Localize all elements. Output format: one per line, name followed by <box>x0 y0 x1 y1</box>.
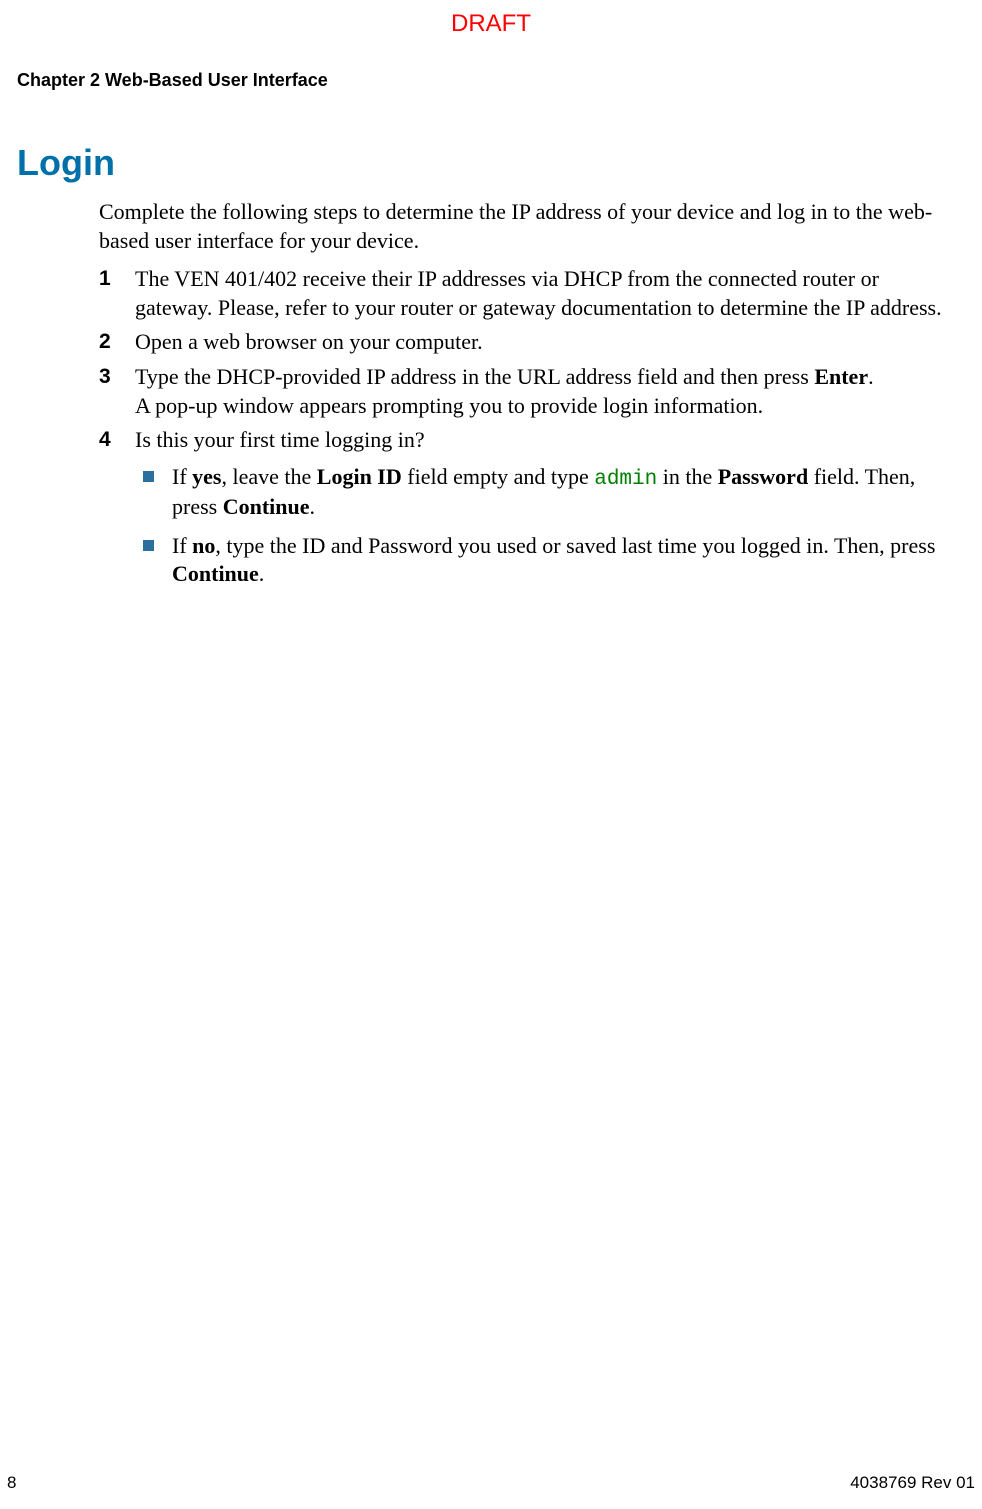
chapter-header: Chapter 2 Web-Based User Interface <box>17 70 328 91</box>
step-content: Type the DHCP-provided IP address in the… <box>135 363 952 420</box>
bold-continue: Continue <box>172 561 259 586</box>
step-content: Is this your first time logging in? If y… <box>135 426 952 599</box>
document-reference: 4038769 Rev 01 <box>850 1473 975 1493</box>
intro-paragraph: Complete the following steps to determin… <box>99 198 952 255</box>
step-number: 4 <box>99 426 135 599</box>
sub-bullet-list: If yes, leave the Login ID field empty a… <box>135 463 952 589</box>
bullet-text: If no, type the ID and Password you used… <box>172 532 952 589</box>
text-fragment: . <box>310 494 316 519</box>
step-number: 2 <box>99 328 135 357</box>
step-question: Is this your first time logging in? <box>135 427 425 452</box>
steps-list: 1 The VEN 401/402 receive their IP addre… <box>99 265 952 599</box>
text-line: A pop-up window appears prompting you to… <box>135 393 763 418</box>
bold-yes: yes <box>192 464 221 489</box>
bullet-text: If yes, leave the Login ID field empty a… <box>172 463 952 522</box>
section-title: Login <box>17 142 972 184</box>
text-fragment: in the <box>657 464 718 489</box>
page-number: 8 <box>7 1473 16 1493</box>
code-admin: admin <box>594 468 657 491</box>
page-footer: 8 4038769 Rev 01 <box>7 1473 975 1493</box>
text-fragment: If <box>172 533 192 558</box>
step-content: The VEN 401/402 receive their IP address… <box>135 265 952 322</box>
text-fragment: , type the ID and Password you used or s… <box>215 533 935 558</box>
step-1: 1 The VEN 401/402 receive their IP addre… <box>99 265 952 322</box>
square-bullet-icon <box>143 540 154 551</box>
draft-watermark: DRAFT <box>451 10 531 38</box>
body-text-block: Complete the following steps to determin… <box>99 198 952 599</box>
step-4: 4 Is this your first time logging in? If… <box>99 426 952 599</box>
bold-continue: Continue <box>223 494 310 519</box>
text-fragment: field empty and type <box>402 464 594 489</box>
bold-enter: Enter <box>814 364 868 389</box>
text-fragment: If <box>172 464 192 489</box>
text-fragment: . <box>259 561 265 586</box>
step-number: 1 <box>99 265 135 322</box>
square-bullet-icon <box>143 471 154 482</box>
bold-no: no <box>192 533 215 558</box>
main-content: Login Complete the following steps to de… <box>17 142 972 605</box>
bold-login-id: Login ID <box>317 464 402 489</box>
text-fragment: Type the DHCP-provided IP address in the… <box>135 364 814 389</box>
step-2: 2 Open a web browser on your computer. <box>99 328 952 357</box>
text-fragment: . <box>868 364 874 389</box>
step-number: 3 <box>99 363 135 420</box>
bold-password: Password <box>718 464 808 489</box>
bullet-no: If no, type the ID and Password you used… <box>143 532 952 589</box>
step-3: 3 Type the DHCP-provided IP address in t… <box>99 363 952 420</box>
bullet-yes: If yes, leave the Login ID field empty a… <box>143 463 952 522</box>
step-content: Open a web browser on your computer. <box>135 328 952 357</box>
text-fragment: , leave the <box>221 464 316 489</box>
